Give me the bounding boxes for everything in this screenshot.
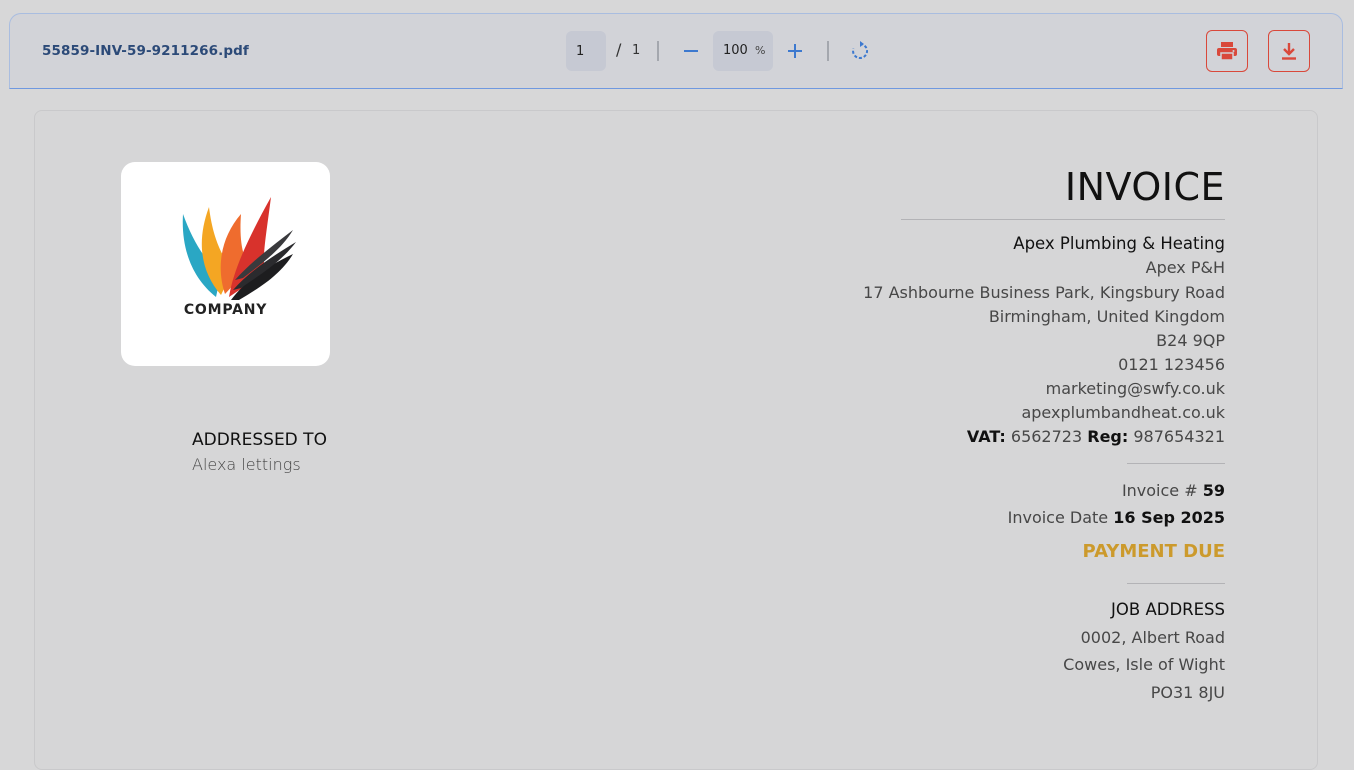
wings-logo-icon bbox=[182, 197, 296, 300]
vat-label: VAT: bbox=[966, 427, 1006, 446]
page-total: 1 bbox=[632, 43, 641, 58]
zoom-value: 100 bbox=[723, 43, 748, 58]
rotate-icon bbox=[852, 41, 869, 59]
invoice-number-line: Invoice # 59 bbox=[1122, 481, 1225, 500]
vat-number: 6562723 bbox=[1010, 427, 1083, 446]
download-button[interactable] bbox=[1268, 30, 1310, 72]
payment-status: PAYMENT DUE bbox=[1082, 541, 1225, 562]
company-address-line1: 17 Ashbourne Business Park, Kingsbury Ro… bbox=[863, 283, 1225, 302]
job-address-postcode: PO31 8JU bbox=[1150, 683, 1225, 702]
company-short-name: Apex P&H bbox=[1145, 258, 1225, 277]
reg-label: Reg: bbox=[1087, 427, 1129, 446]
invoice-number: 59 bbox=[1202, 481, 1225, 500]
download-icon bbox=[1282, 43, 1296, 60]
zoom-unit: % bbox=[755, 44, 766, 57]
pdf-toolbar: 55859-INV-59-9211266.pdf / 1 100 % bbox=[9, 13, 1343, 89]
print-icon bbox=[1217, 42, 1237, 61]
page-separator: / bbox=[616, 40, 622, 59]
rotate-button[interactable] bbox=[849, 40, 871, 62]
zoom-input[interactable]: 100 % bbox=[713, 31, 773, 71]
zoom-in-icon bbox=[788, 44, 802, 58]
job-address-line1: 0002, Albert Road bbox=[1080, 628, 1225, 647]
invoice-number-label: Invoice # bbox=[1121, 481, 1198, 500]
reg-number: 987654321 bbox=[1133, 427, 1225, 446]
zoom-out-button[interactable] bbox=[678, 37, 704, 65]
company-address-line2: Birmingham, United Kingdom bbox=[988, 307, 1225, 326]
job-address-label: JOB ADDRESS bbox=[1111, 600, 1225, 619]
toolbar-divider bbox=[827, 41, 829, 61]
invoice-date-line: Invoice Date 16 Sep 2025 bbox=[1008, 508, 1225, 527]
addressed-to-name: Alexa lettings bbox=[192, 455, 301, 474]
addressed-to-label: ADDRESSED TO bbox=[192, 430, 327, 450]
company-name: Apex Plumbing & Heating bbox=[1013, 234, 1225, 253]
zoom-out-icon bbox=[684, 50, 698, 52]
invoice-page: COMPANY ADDRESSED TO Alexa lettings INVO… bbox=[34, 110, 1318, 770]
page-number-input[interactable] bbox=[566, 31, 606, 71]
print-button[interactable] bbox=[1206, 30, 1248, 72]
zoom-in-button[interactable] bbox=[782, 37, 808, 65]
company-logo: COMPANY bbox=[121, 162, 330, 366]
vat-reg-line: VAT: 6562723 Reg: 987654321 bbox=[967, 427, 1225, 446]
file-name: 55859-INV-59-9211266.pdf bbox=[42, 43, 249, 59]
toolbar-divider bbox=[657, 41, 659, 61]
divider bbox=[1127, 583, 1225, 584]
company-website: apexplumbandheat.co.uk bbox=[1021, 403, 1225, 422]
company-phone: 0121 123456 bbox=[1118, 355, 1225, 374]
logo-text: COMPANY bbox=[183, 302, 268, 318]
invoice-date-label: Invoice Date bbox=[1007, 508, 1109, 527]
invoice-date: 16 Sep 2025 bbox=[1113, 508, 1225, 527]
divider bbox=[901, 219, 1225, 220]
company-postcode: B24 9QP bbox=[1156, 331, 1225, 350]
invoice-title: INVOICE bbox=[1064, 165, 1225, 209]
divider bbox=[1127, 463, 1225, 464]
job-address-line2: Cowes, Isle of Wight bbox=[1063, 655, 1225, 674]
company-email: marketing@swfy.co.uk bbox=[1045, 379, 1225, 398]
